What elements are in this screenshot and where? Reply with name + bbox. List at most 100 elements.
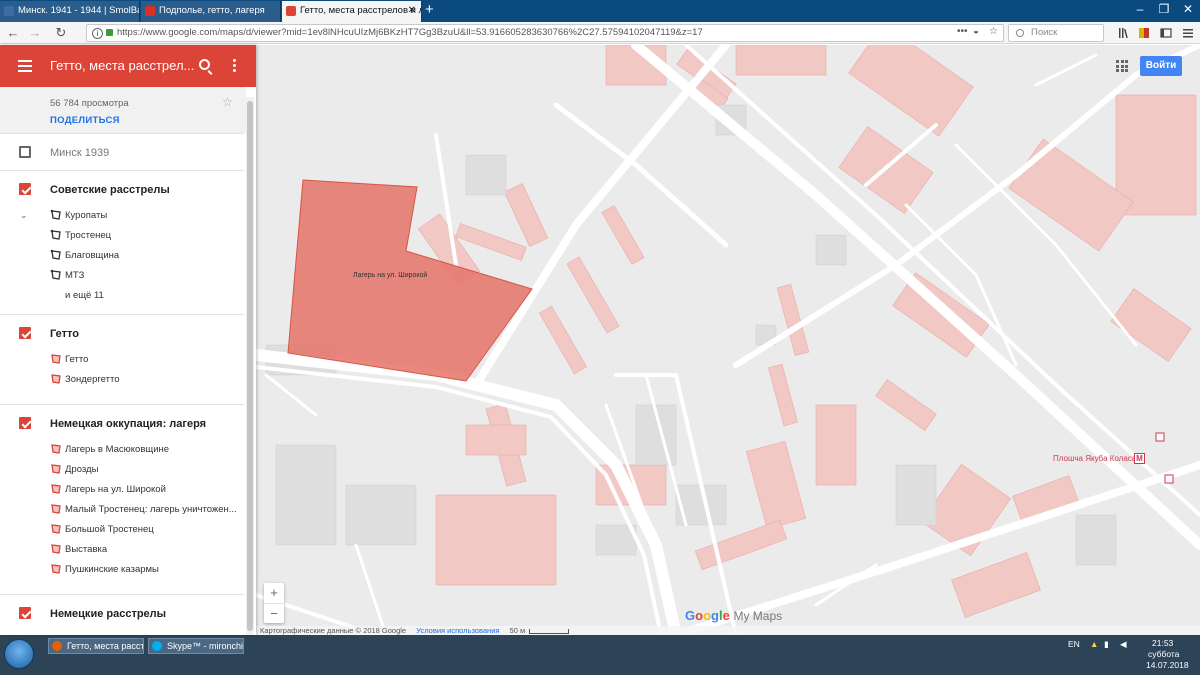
- list-item[interactable]: Гетто: [65, 354, 88, 365]
- extension-icon[interactable]: [1138, 27, 1150, 39]
- browser-tab-active[interactable]: Гетто, места расстрелов и ла ✕: [282, 1, 422, 22]
- pocket-icon[interactable]: ◒: [973, 26, 979, 37]
- polygon-icon: [50, 269, 61, 280]
- map-canvas[interactable]: Лагерь на ул. Широкой Плошча Якуба Колас…: [256, 45, 1200, 635]
- browser-tab-title: Минск. 1941 - 1944 | SmolBattl: [18, 5, 140, 16]
- close-window-icon[interactable]: ✕: [1176, 0, 1200, 18]
- polygon-label: Лагерь на ул. Широкой: [353, 272, 428, 279]
- clock-date: 14.07.2018: [1146, 660, 1189, 670]
- list-item[interactable]: Зондергетто: [65, 374, 119, 385]
- list-item[interactable]: Выставка: [65, 544, 107, 555]
- layer-title: Немецкая оккупация: лагеря: [50, 418, 207, 430]
- volume-icon[interactable]: ◀: [1120, 639, 1127, 650]
- search-icon[interactable]: [199, 59, 210, 70]
- language-indicator[interactable]: EN: [1068, 639, 1080, 649]
- map-title: Гетто, места расстрел...: [50, 58, 195, 73]
- divider: [0, 133, 244, 134]
- close-tab-icon[interactable]: ✕: [408, 1, 416, 21]
- library-icon[interactable]: [1118, 27, 1130, 39]
- layer-checkbox[interactable]: [19, 417, 31, 429]
- more-options-icon[interactable]: [233, 59, 236, 74]
- maximize-icon[interactable]: ❐: [1152, 0, 1176, 18]
- taskbar-item-label: Гетто, места расстр...: [67, 641, 143, 651]
- google-my-maps-logo: Google My Maps: [685, 608, 783, 623]
- windows-taskbar: Гетто, места расстр... Skype™ - mironchi…: [0, 635, 1200, 675]
- scale-bar: [529, 628, 570, 634]
- list-item[interactable]: Дрозды: [65, 464, 98, 475]
- clock-day: суббота: [1148, 649, 1180, 659]
- network-icon[interactable]: ▮: [1104, 639, 1109, 650]
- polygon-red-icon: [51, 444, 61, 454]
- metro-icon[interactable]: M: [1134, 453, 1145, 464]
- browser-tab[interactable]: Минск. 1941 - 1944 | SmolBattl: [0, 1, 140, 22]
- list-item[interactable]: Большой Тростенец: [65, 524, 154, 535]
- browser-tab-title: Гетто, места расстрелов и ла: [300, 5, 422, 16]
- notification-icon[interactable]: ▲: [1090, 639, 1098, 649]
- layer-title: Гетто: [50, 328, 79, 340]
- list-item[interactable]: МТЗ: [65, 270, 84, 281]
- info-icon[interactable]: i: [92, 28, 103, 39]
- clock-time[interactable]: 21:53: [1152, 638, 1173, 648]
- divider: [0, 594, 244, 595]
- polygon-icon: [50, 229, 61, 240]
- layer-checkbox[interactable]: [19, 607, 31, 619]
- polygon-red-icon: [51, 544, 61, 554]
- list-item[interactable]: Благовщина: [65, 250, 119, 261]
- polygon-red-icon: [51, 564, 61, 574]
- list-item[interactable]: Лагерь на ул. Широкой: [65, 484, 166, 495]
- browser-search-input[interactable]: Поиск: [1008, 24, 1104, 42]
- back-button[interactable]: ←: [4, 24, 22, 42]
- metro-station-label[interactable]: Плошча Якуба Коласа: [1053, 454, 1136, 463]
- zoom-out-button[interactable]: −: [264, 603, 284, 623]
- show-more-link[interactable]: и ещё 11: [65, 290, 104, 301]
- menu-icon[interactable]: [18, 60, 32, 72]
- list-item[interactable]: Пушкинские казармы: [65, 564, 159, 575]
- map-footer: Картографические данные © 2018 Google Ус…: [256, 626, 1200, 635]
- sidebar-icon[interactable]: [1160, 27, 1172, 39]
- skype-icon: [152, 641, 162, 651]
- browser-tab-bar: Минск. 1941 - 1944 | SmolBattl Подполье,…: [0, 0, 1200, 22]
- list-item[interactable]: Тростенец: [65, 230, 111, 241]
- layer-title: Немецкие расстрелы: [50, 608, 167, 620]
- start-button[interactable]: [4, 639, 34, 669]
- polygon-red-icon: [51, 484, 61, 494]
- page-actions-icon[interactable]: •••: [957, 26, 968, 37]
- browser-tab[interactable]: Подполье, гетто, лагеря: [141, 1, 281, 22]
- zoom-control: + −: [264, 583, 284, 623]
- layer-title: Советские расстрелы: [50, 184, 170, 196]
- map-meta: 56 784 просмотра ПОДЕЛИТЬСЯ ☆: [0, 87, 246, 133]
- taskbar-item-skype[interactable]: Skype™ - mironchikt...: [148, 638, 244, 654]
- site-favicon-icon: [4, 6, 14, 16]
- polygon-red-icon: [51, 374, 61, 384]
- url-bar[interactable]: i https://www.google.com/maps/d/viewer?m…: [86, 24, 1004, 42]
- layer-checkbox[interactable]: [19, 183, 31, 195]
- polygon-icon: [50, 249, 61, 260]
- list-item[interactable]: Малый Тростенец: лагерь уничтожен...: [65, 504, 237, 515]
- scrollbar-thumb[interactable]: [247, 101, 253, 631]
- browser-nav-bar: ← → ↻ i https://www.google.com/maps/d/vi…: [0, 22, 1200, 44]
- minimize-icon[interactable]: –: [1128, 0, 1152, 18]
- apps-grid-icon[interactable]: [1116, 60, 1128, 72]
- view-count: 56 784 просмотра: [50, 98, 129, 109]
- layer-checkbox[interactable]: [19, 327, 31, 339]
- sign-in-button[interactable]: Войти: [1140, 56, 1182, 76]
- hamburger-menu-icon[interactable]: [1182, 27, 1194, 39]
- star-icon[interactable]: ☆: [222, 95, 233, 109]
- panel-header: Гетто, места расстрел...: [0, 45, 256, 87]
- bookmark-star-icon[interactable]: ☆: [989, 26, 998, 37]
- chevron-down-icon[interactable]: ⌄: [20, 210, 28, 221]
- share-button[interactable]: ПОДЕЛИТЬСЯ: [50, 115, 120, 126]
- layer-checkbox[interactable]: [19, 146, 31, 158]
- new-tab-button[interactable]: +: [425, 0, 434, 20]
- taskbar-item-firefox[interactable]: Гетто, места расстр...: [48, 638, 144, 654]
- reload-button[interactable]: ↻: [52, 24, 70, 42]
- panel-scrollbar[interactable]: [246, 97, 254, 635]
- layer-title: Минск 1939: [50, 147, 110, 159]
- terms-link[interactable]: Условия использования: [416, 626, 499, 635]
- polygon-red-icon: [51, 504, 61, 514]
- list-item[interactable]: Лагерь в Масюковщине: [65, 444, 169, 455]
- firefox-icon: [52, 641, 62, 651]
- forward-button[interactable]: →: [26, 24, 44, 42]
- list-item[interactable]: Куропаты: [65, 210, 107, 221]
- zoom-in-button[interactable]: +: [264, 583, 284, 603]
